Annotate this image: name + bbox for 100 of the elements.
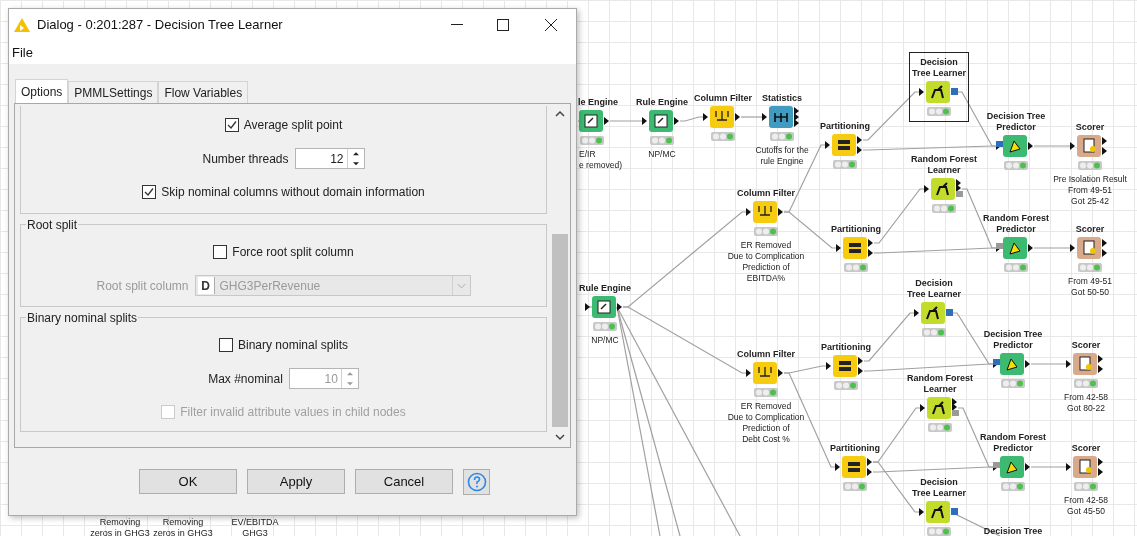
workflow-node[interactable]: Scorer [1056,427,1116,497]
node-caption: From 49-51 [1068,276,1112,287]
status-lights [834,381,858,390]
workflow-node[interactable]: Partitioning [826,208,886,278]
workflow-node[interactable]: Partitioning [816,326,876,396]
workflow-node[interactable]: Rule Engine [632,81,692,151]
workflow-node[interactable]: Decision Tree Predictor [983,324,1043,394]
learner-node[interactable] [919,500,959,524]
connector-line [740,116,765,118]
checkbox-label: Skip nominal columns without domain information [161,184,425,201]
checkbox[interactable] [224,118,239,132]
connector-line [1033,247,1073,249]
workflow-node[interactable]: Decision Tree Learner [904,273,964,343]
workflow-node[interactable]: Rule Engine [575,267,635,337]
workflow-node[interactable]: Partitioning [825,427,885,497]
node-label: le Engine [578,97,618,108]
tab[interactable]: Flow Variables [158,81,249,103]
number-spinner[interactable]: 12 [294,148,365,169]
workflow-node[interactable]: Decision Tree Learner [909,472,969,536]
workflow-node[interactable]: Decision Tree Learner [909,52,969,122]
workflow-node[interactable]: Column Filter [736,333,796,403]
node-label: Partitioning [830,443,880,454]
node-label: Scorer [1071,443,1101,454]
status-lights [650,136,674,145]
help-button[interactable] [463,468,490,495]
node-label: Random Forest [911,154,977,165]
node-label: Tree Learner [912,488,966,499]
node-label: Decision [915,278,953,289]
node-label: Learner [923,384,957,395]
status-lights [593,322,617,331]
node-caption: From 42-58 [1064,495,1108,506]
dialog-button[interactable]: Cancel [355,469,453,494]
maximize-icon [497,19,509,31]
node-label: Tree Learner [907,289,961,300]
node-label: Column Filter [737,188,795,199]
checkbox-label: Filter invalid attribute values in child nodes [180,404,406,421]
status-lights [927,107,951,116]
menu-item[interactable]: File [11,42,34,63]
node-label: Tree Learner [912,68,966,79]
node-caption: GHG3 [242,528,268,536]
workflow-node[interactable]: Statistics [752,77,812,147]
status-lights [1001,379,1025,388]
learner-node[interactable] [919,80,959,104]
checkbox[interactable] [213,245,228,259]
connector-line [1030,466,1069,468]
node-label: Decision Tree [983,526,1043,536]
node-caption: Got 50-50 [1071,287,1109,298]
workflow-node[interactable]: Column Filter [736,172,796,242]
node-label: Predictor [996,122,1036,133]
workflow-node[interactable]: Scorer [1060,208,1120,278]
connector-line [1033,145,1073,147]
node-caption: From 49-51 [1068,185,1112,196]
node-label: Rule Engine [579,283,631,294]
node-label: Random Forest [980,432,1046,443]
connector-line [679,116,706,122]
status-lights [922,328,946,337]
node-caption: Due to Complication [727,412,805,423]
node-caption: NP/MC [648,149,676,160]
node-label: Predictor [993,340,1033,351]
node-label: Random Forest [983,213,1049,224]
node-label: Predictor [996,224,1036,235]
workflow-node[interactable]: Column Filter [693,77,753,147]
checkbox[interactable] [142,185,157,199]
checkbox[interactable] [218,338,233,352]
node-label: Learner [927,165,961,176]
node-label: Partitioning [820,121,870,132]
window-title: Dialog - 0:201:287 - Decision Tree Learner [37,16,284,35]
node-caption: rule Engine [760,156,804,167]
learner-node[interactable] [920,396,960,420]
node-label: Predictor [993,443,1033,454]
node-caption: EV/EBITDA [231,517,279,527]
node-caption: Due to Complication [727,251,805,262]
node-caption: Got 25-42 [1071,196,1109,207]
status-lights [1078,161,1102,170]
node-label: Scorer [1071,340,1101,351]
status-lights [1074,482,1098,491]
tab[interactable]: PMMLSettings [68,81,159,103]
learner-node[interactable] [914,301,954,325]
workflow-node[interactable]: Scorer [1056,324,1116,394]
node-caption: Got 80-22 [1067,403,1105,414]
node-caption: zeros in GHG3 [90,528,150,536]
status-lights [1004,263,1028,272]
tab[interactable]: Options [15,79,69,103]
dialog-button[interactable]: OK [139,469,237,494]
checkbox-label: Average split point [243,117,343,134]
node-label: Statistics [762,93,802,104]
node-label: Decision Tree [983,329,1043,340]
workflow-node[interactable]: Partitioning [815,105,875,175]
node-label: Scorer [1075,224,1105,235]
status-lights [754,227,778,236]
node-label: Column Filter [737,349,795,360]
dialog-button[interactable]: Apply [247,469,345,494]
learner-node[interactable] [924,177,964,201]
workflow-node[interactable]: Decision Tree Predictor [986,106,1046,176]
workflow-node[interactable]: Scorer [1060,106,1120,176]
connector-line [1030,363,1069,365]
node-label: Rule Engine [636,97,688,108]
node-caption: Debt Cost % [742,434,790,445]
status-lights [833,160,857,169]
checkbox-label: Binary nominal splits [237,337,348,354]
